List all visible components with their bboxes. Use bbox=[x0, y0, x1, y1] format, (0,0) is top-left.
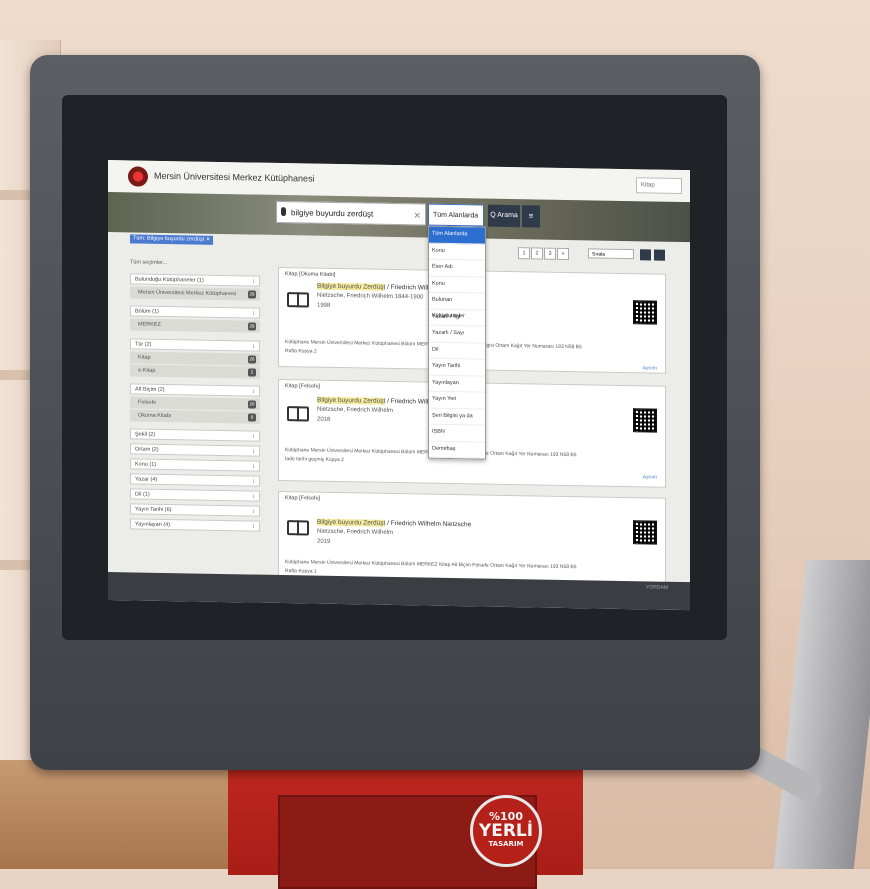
facet-item[interactable]: Okuma Kitabı 8 bbox=[130, 409, 260, 424]
pagination: 1 2 3» bbox=[518, 247, 570, 261]
result-year: 1998 bbox=[317, 302, 331, 309]
stamp-line3: TASARIM bbox=[488, 840, 524, 848]
book-icon bbox=[287, 520, 309, 536]
facet-language[interactable]: Dil (1) ↓ bbox=[130, 488, 260, 502]
result-card[interactable]: Kitap [Felsefe] Bilgiye buyurdu Zerdüşt … bbox=[278, 490, 666, 588]
dropdown-option[interactable]: Yazarlı / Sayı bbox=[429, 325, 485, 344]
kiosk-screen: Mersin Üniversitesi Merkez Kütüphanesi K… bbox=[108, 160, 690, 611]
dropdown-option[interactable]: Yayın Yeri bbox=[429, 391, 485, 410]
chevron-down-icon: ↓ bbox=[252, 463, 255, 470]
result-type: Kitap [Okuma Kitabı] bbox=[285, 271, 336, 278]
dropdown-option[interactable]: Eser Adı bbox=[429, 259, 485, 278]
chevron-down-icon: ↓ bbox=[252, 448, 255, 455]
dropdown-option[interactable]: ISBN bbox=[429, 424, 485, 443]
details-link[interactable]: Ayrıntı bbox=[643, 365, 657, 371]
dropdown-option[interactable]: Konu bbox=[429, 276, 485, 294]
yerli-tasarim-stamp: %100 YERLİ TASARIM bbox=[470, 795, 542, 867]
qr-code-icon bbox=[633, 520, 657, 545]
dropdown-option[interactable]: Demirbaş bbox=[429, 441, 485, 459]
book-icon bbox=[287, 406, 309, 422]
facet-author[interactable]: Yazar (4) ↓ bbox=[130, 473, 260, 487]
page-button[interactable]: 2 bbox=[531, 247, 543, 260]
result-author[interactable]: Nietzsche, Friedrich Wilhelm 1844-1900 bbox=[317, 293, 423, 301]
microphone-icon[interactable] bbox=[281, 207, 286, 217]
results-count: Bulunan 28 Kayıt bbox=[130, 245, 172, 253]
facet-publisher[interactable]: Yayınlayan (4) ↓ bbox=[130, 518, 260, 532]
field-select[interactable]: Tüm Alanlarda bbox=[428, 203, 484, 227]
chevron-down-icon: ↓ bbox=[252, 278, 255, 285]
facet-year[interactable]: Yayın Tarihi (6) ↓ bbox=[130, 503, 260, 517]
result-type: Kitap [Felsefe] bbox=[285, 495, 321, 502]
dropdown-option[interactable]: Yazarlı / İlgi bbox=[429, 309, 485, 327]
result-author[interactable]: Nietzsche, Friedrich Wilhelm bbox=[317, 529, 393, 536]
search-button[interactable]: Q Arama bbox=[488, 204, 520, 228]
facet-libraries[interactable]: Bulunduğu Kütüphaneler (1) ↓ bbox=[130, 273, 260, 287]
facet-item[interactable]: e-Kitap 2 bbox=[130, 364, 260, 379]
chevron-down-icon: ↓ bbox=[252, 493, 255, 500]
dropdown-option[interactable]: Dil bbox=[429, 342, 485, 360]
page-button[interactable]: 3 bbox=[544, 247, 556, 260]
dropdown-option[interactable]: Yayın Tarihi bbox=[429, 358, 485, 377]
facet-item[interactable]: Felsefe 20 bbox=[130, 396, 260, 411]
list-view-icon[interactable] bbox=[654, 249, 665, 261]
menu-button[interactable]: ≡ bbox=[522, 205, 540, 228]
library-name: Mersin Üniversitesi Merkez Kütüphanesi bbox=[154, 170, 315, 184]
details-link[interactable]: Ayrıntı bbox=[643, 474, 657, 480]
facet-item[interactable]: Kitap 26 bbox=[130, 351, 260, 366]
facet-shape[interactable]: Şekil (2) ↓ bbox=[130, 428, 260, 442]
facet-item[interactable]: Mersin Üniversitesi Merkez Kütüphanesi 28 bbox=[130, 286, 260, 301]
result-type: Kitap [Felsefe] bbox=[285, 383, 321, 390]
active-filter-chip[interactable]: Tüm: Bilgiye buyurdu zerdüşt ✕ bbox=[130, 234, 214, 245]
result-title[interactable]: Bilgiye buyurdu Zerdüşt / Friedrich Wilh… bbox=[317, 518, 471, 528]
sort-select[interactable]: Sırala bbox=[588, 248, 634, 260]
chevron-down-icon: ↓ bbox=[252, 478, 255, 485]
dropdown-option[interactable]: Seri Bilgisi ya da bbox=[429, 408, 485, 426]
result-author[interactable]: Nietzsche, Friedrich Wilhelm bbox=[317, 407, 393, 414]
field-dropdown: Tüm Alanlarda Konu Eser Adı Konu Bulunan… bbox=[428, 225, 486, 460]
search-input[interactable]: bilgiye buyurdu zerdüşt ✕ bbox=[276, 200, 426, 226]
stamp-line2: YERLİ bbox=[478, 821, 534, 841]
facet-item[interactable]: MERKEZ 28 bbox=[130, 318, 260, 333]
facet-medium[interactable]: Ortam (2) ↓ bbox=[130, 443, 260, 457]
chevron-down-icon: ↓ bbox=[252, 433, 255, 440]
page-button[interactable]: » bbox=[557, 247, 569, 261]
top-search-button[interactable]: Kitap bbox=[636, 177, 682, 195]
facet-type[interactable]: Tür (2) ↓ bbox=[130, 338, 260, 352]
clear-filters[interactable]: Tüm seçimler... bbox=[130, 259, 167, 266]
book-icon bbox=[287, 292, 309, 308]
facet-subject[interactable]: Konu (1) ↓ bbox=[130, 458, 260, 472]
qr-code-icon bbox=[633, 408, 657, 433]
page-button[interactable]: 1 bbox=[518, 247, 530, 260]
dropdown-option[interactable]: Yayınlayan bbox=[429, 375, 485, 393]
qr-code-icon bbox=[633, 300, 657, 325]
dropdown-option[interactable]: Bulunan Kütüphaneler bbox=[429, 292, 485, 319]
search-query: bilgiye buyurdu zerdüşt bbox=[291, 208, 374, 219]
result-year: 2019 bbox=[317, 538, 331, 545]
dropdown-option[interactable]: Tüm Alanlarda bbox=[429, 226, 485, 245]
chevron-down-icon: ↓ bbox=[252, 343, 255, 350]
chevron-down-icon: ↓ bbox=[252, 388, 255, 395]
footer-brand: YORDAM bbox=[646, 584, 668, 591]
university-logo bbox=[128, 166, 148, 187]
result-year: 2018 bbox=[317, 416, 331, 423]
grid-view-icon[interactable] bbox=[640, 249, 651, 261]
chevron-down-icon: ↓ bbox=[252, 508, 255, 515]
dropdown-option[interactable]: Konu bbox=[429, 243, 485, 261]
chevron-down-icon: ↓ bbox=[252, 310, 255, 317]
clear-icon[interactable]: ✕ bbox=[413, 204, 421, 226]
facet-subformat[interactable]: Alt Biçim (2) ↓ bbox=[130, 383, 260, 397]
facet-section[interactable]: Bölüm (1) ↓ bbox=[130, 305, 260, 319]
chevron-down-icon: ↓ bbox=[252, 523, 255, 530]
